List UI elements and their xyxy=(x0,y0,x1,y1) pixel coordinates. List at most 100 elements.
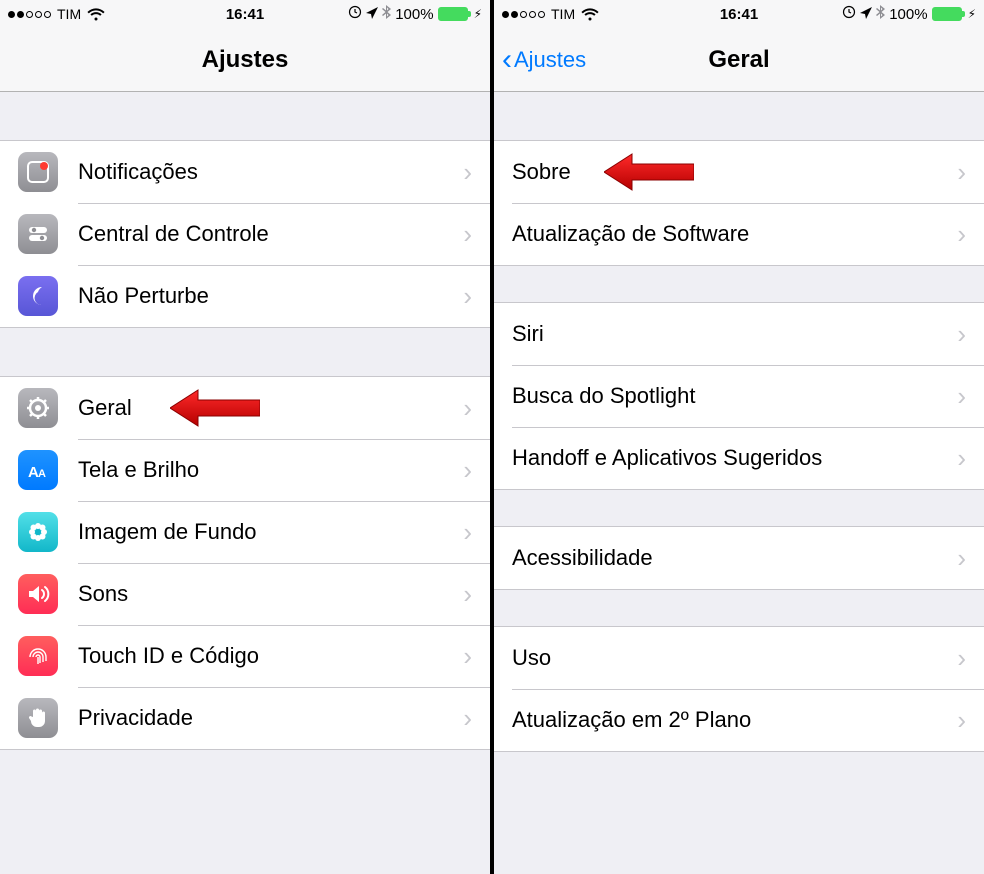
chevron-right-icon: › xyxy=(463,281,472,312)
rotation-lock-icon xyxy=(842,5,856,23)
chevron-left-icon: ‹ xyxy=(502,45,512,75)
row-siri[interactable]: Siri › xyxy=(494,303,984,365)
chevron-right-icon: › xyxy=(463,517,472,548)
battery-pct: 100% xyxy=(395,6,433,23)
row-do-not-disturb[interactable]: Não Perturbe › xyxy=(0,265,490,327)
control-center-icon xyxy=(18,214,58,254)
charging-icon: ⚡︎ xyxy=(968,7,976,21)
chevron-right-icon: › xyxy=(957,543,966,574)
row-general[interactable]: Geral › xyxy=(0,377,490,439)
chevron-right-icon: › xyxy=(957,705,966,736)
chevron-right-icon: › xyxy=(463,641,472,672)
notifications-icon xyxy=(18,152,58,192)
chevron-right-icon: › xyxy=(957,157,966,188)
row-touchid[interactable]: Touch ID e Código › xyxy=(0,625,490,687)
chevron-right-icon: › xyxy=(957,381,966,412)
rotation-lock-icon xyxy=(348,5,362,23)
row-label: Sons xyxy=(78,581,463,607)
row-label: Central de Controle xyxy=(78,221,463,247)
back-label: Ajustes xyxy=(514,47,586,73)
battery-icon xyxy=(932,7,962,21)
row-background-refresh[interactable]: Atualização em 2º Plano › xyxy=(494,689,984,751)
battery-icon xyxy=(438,7,468,21)
screen-settings: TIM 16:41 100% ⚡︎ Ajustes xyxy=(0,0,490,874)
row-label: Uso xyxy=(512,645,957,671)
row-label: Touch ID e Código xyxy=(78,643,463,669)
row-label: Sobre xyxy=(512,159,957,185)
row-label: Siri xyxy=(512,321,957,347)
chevron-right-icon: › xyxy=(957,643,966,674)
carrier-label: TIM xyxy=(57,6,81,22)
status-right: 100% ⚡︎ xyxy=(348,5,482,23)
status-left: TIM xyxy=(502,6,599,22)
chevron-right-icon: › xyxy=(463,455,472,486)
row-label: Acessibilidade xyxy=(512,545,957,571)
row-display[interactable]: AA Tela e Brilho › xyxy=(0,439,490,501)
signal-strength-icon xyxy=(502,11,545,18)
general-group-2: Siri › Busca do Spotlight › Handoff e Ap… xyxy=(494,302,984,490)
row-label: Tela e Brilho xyxy=(78,457,463,483)
page-title: Ajustes xyxy=(202,46,289,74)
wifi-icon xyxy=(87,8,105,21)
row-label: Atualização em 2º Plano xyxy=(512,707,957,733)
wifi-icon xyxy=(581,8,599,21)
row-about[interactable]: Sobre › xyxy=(494,141,984,203)
row-notifications[interactable]: Notificações › xyxy=(0,141,490,203)
row-label: Atualização de Software xyxy=(512,221,957,247)
hand-icon xyxy=(18,698,58,738)
row-software-update[interactable]: Atualização de Software › xyxy=(494,203,984,265)
row-spotlight[interactable]: Busca do Spotlight › xyxy=(494,365,984,427)
chevron-right-icon: › xyxy=(957,319,966,350)
row-label: Não Perturbe xyxy=(78,283,463,309)
row-label: Privacidade xyxy=(78,705,463,731)
svg-text:A: A xyxy=(38,468,46,480)
bluetooth-icon xyxy=(382,5,391,23)
location-icon xyxy=(366,6,378,23)
row-label: Notificações xyxy=(78,159,463,185)
nav-bar: ‹ Ajustes Geral xyxy=(494,28,984,92)
moon-icon xyxy=(18,276,58,316)
row-sounds[interactable]: Sons › xyxy=(0,563,490,625)
speaker-icon xyxy=(18,574,58,614)
location-icon xyxy=(860,6,872,23)
fingerprint-icon xyxy=(18,636,58,676)
group-spacer xyxy=(0,92,490,140)
row-control-center[interactable]: Central de Controle › xyxy=(0,203,490,265)
general-group-3: Acessibilidade › xyxy=(494,526,984,590)
group-spacer xyxy=(494,266,984,302)
battery-pct: 100% xyxy=(889,6,927,23)
text-size-icon: AA xyxy=(18,450,58,490)
row-label: Geral xyxy=(78,395,463,421)
row-handoff[interactable]: Handoff e Aplicativos Sugeridos › xyxy=(494,427,984,489)
settings-group-1: Notificações › Central de Controle › Não… xyxy=(0,140,490,328)
signal-strength-icon xyxy=(8,11,51,18)
chevron-right-icon: › xyxy=(957,443,966,474)
chevron-right-icon: › xyxy=(463,393,472,424)
group-spacer xyxy=(0,328,490,376)
chevron-right-icon: › xyxy=(463,219,472,250)
row-label: Imagem de Fundo xyxy=(78,519,463,545)
carrier-label: TIM xyxy=(551,6,575,22)
row-accessibility[interactable]: Acessibilidade › xyxy=(494,527,984,589)
chevron-right-icon: › xyxy=(463,579,472,610)
screen-general: TIM 16:41 100% ⚡︎ ‹ Ajustes Geral xyxy=(494,0,984,874)
nav-bar: Ajustes xyxy=(0,28,490,92)
page-title: Geral xyxy=(708,46,769,74)
chevron-right-icon: › xyxy=(957,219,966,250)
general-group-4: Uso › Atualização em 2º Plano › xyxy=(494,626,984,752)
charging-icon: ⚡︎ xyxy=(474,7,482,21)
status-right: 100% ⚡︎ xyxy=(842,5,976,23)
gear-icon xyxy=(18,388,58,428)
back-button[interactable]: ‹ Ajustes xyxy=(502,45,586,75)
row-wallpaper[interactable]: Imagem de Fundo › xyxy=(0,501,490,563)
settings-group-2: Geral › AA Tela e Brilho › Imagem de Fun… xyxy=(0,376,490,750)
group-spacer xyxy=(494,590,984,626)
group-spacer xyxy=(494,490,984,526)
chevron-right-icon: › xyxy=(463,703,472,734)
row-label: Busca do Spotlight xyxy=(512,383,957,409)
row-usage[interactable]: Uso › xyxy=(494,627,984,689)
row-privacy[interactable]: Privacidade › xyxy=(0,687,490,749)
row-label: Handoff e Aplicativos Sugeridos xyxy=(512,445,957,471)
flower-icon xyxy=(18,512,58,552)
chevron-right-icon: › xyxy=(463,157,472,188)
